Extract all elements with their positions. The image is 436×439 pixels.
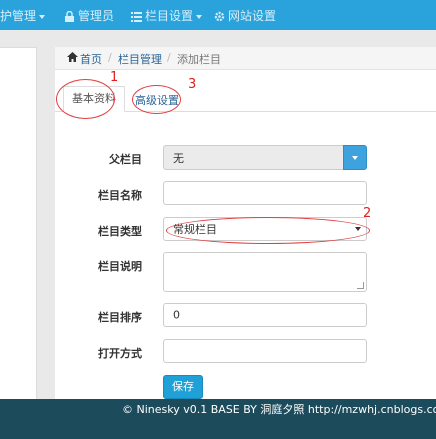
save-button[interactable]: 保存 <box>163 375 203 399</box>
nav-item-site-settings[interactable]: 网站设置 <box>214 7 276 24</box>
column-description-textarea[interactable] <box>163 252 367 292</box>
breadcrumb-current: 添加栏目 <box>177 53 221 66</box>
annotation-number-2: 2 <box>363 206 372 221</box>
list-icon <box>131 12 142 22</box>
open-mode-label: 打开方式 <box>98 347 142 360</box>
column-name-label: 栏目名称 <box>98 189 142 202</box>
open-mode-input[interactable] <box>163 339 367 363</box>
column-description-label: 栏目说明 <box>98 260 142 273</box>
caret-down-icon <box>352 156 358 160</box>
chevron-down-icon <box>196 14 203 19</box>
annotation-number-3: 3 <box>188 77 197 92</box>
column-order-input[interactable]: 0 <box>163 303 367 327</box>
nav-item-label: 栏目设置 <box>145 9 194 23</box>
nav-item-label: 管理员 <box>78 9 115 23</box>
lock-icon <box>65 10 74 22</box>
parent-column-value: 无 <box>173 151 184 165</box>
annotation-number-1: 1 <box>110 70 119 85</box>
nav-item-maintenance[interactable]: 护管理 <box>0 7 46 24</box>
nav-item-label: 护管理 <box>0 9 37 23</box>
column-name-input[interactable] <box>163 181 367 205</box>
nav-item-label: 网站设置 <box>228 9 277 23</box>
resize-handle-icon[interactable] <box>357 282 364 289</box>
parent-column-select[interactable]: 无 <box>163 145 367 170</box>
column-order-label: 栏目排序 <box>98 311 142 324</box>
gear-icon <box>214 11 225 22</box>
footer-copyright: © Ninesky v0.1 BASE BY 洞庭夕照 http://mzwhj… <box>122 403 436 416</box>
breadcrumb-separator: / <box>167 51 171 64</box>
breadcrumb-separator: / <box>108 51 112 64</box>
breadcrumb: 首页 / 栏目管理 / 添加栏目 <box>55 47 436 70</box>
breadcrumb-column-management[interactable]: 栏目管理 <box>118 51 162 67</box>
annotation-ellipse-2 <box>166 217 370 244</box>
parent-column-label: 父栏目 <box>109 153 142 166</box>
sidebar-panel <box>0 47 37 400</box>
annotation-ellipse-3 <box>132 85 181 114</box>
chevron-down-icon <box>39 14 46 19</box>
annotation-ellipse-1 <box>56 79 115 119</box>
breadcrumb-home[interactable]: 首页 <box>80 51 102 67</box>
column-type-label: 栏目类型 <box>98 225 142 238</box>
home-icon <box>67 52 78 62</box>
nav-item-column-settings[interactable]: 栏目设置 <box>131 7 203 24</box>
footer: © Ninesky v0.1 BASE BY 洞庭夕照 http://mzwhj… <box>0 399 436 439</box>
column-order-value: 0 <box>173 308 180 322</box>
top-navbar: 护管理 管理员 栏目设置 网站设置 <box>0 0 436 30</box>
parent-column-dropdown-button[interactable] <box>343 145 367 170</box>
nav-item-admin[interactable]: 管理员 <box>64 7 114 24</box>
